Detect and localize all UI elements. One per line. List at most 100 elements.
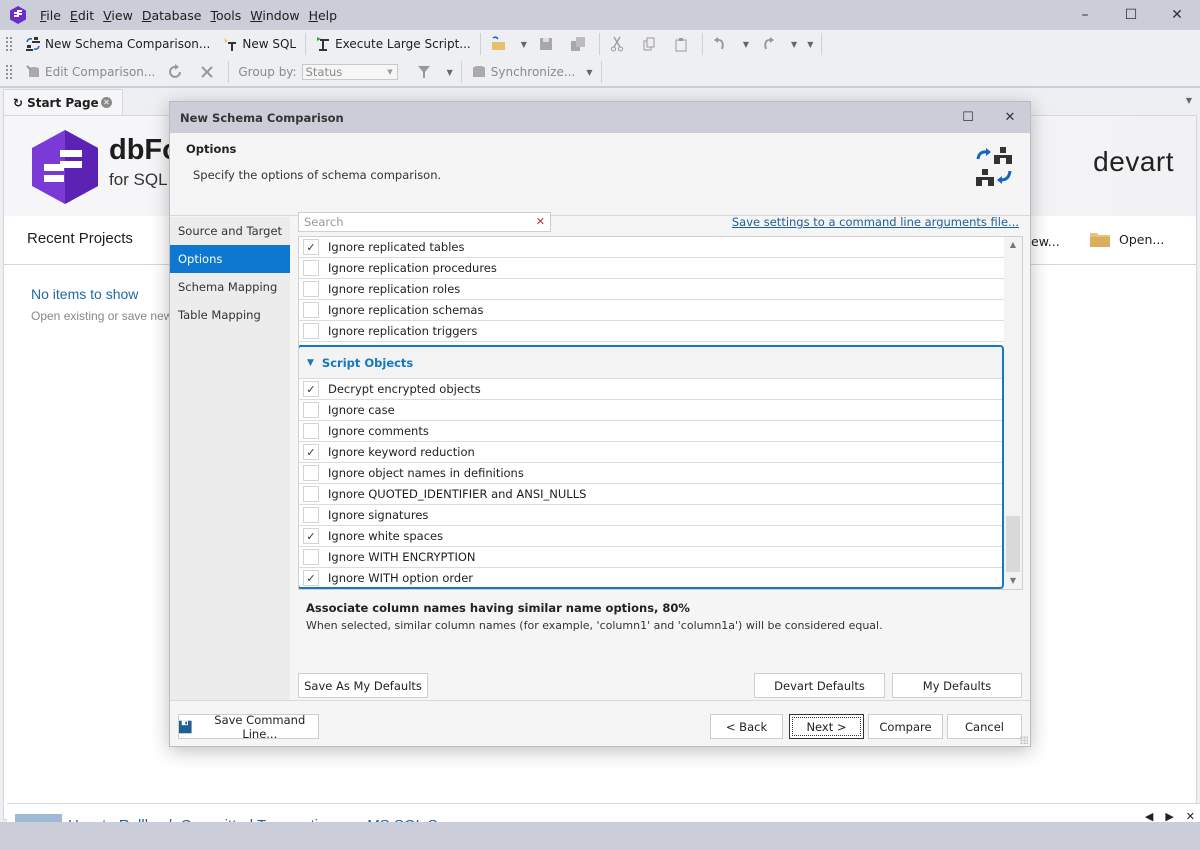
- execute-large-script-button[interactable]: Execute Large Script...: [309, 32, 477, 56]
- option-row[interactable]: Ignore signatures: [299, 505, 1004, 526]
- option-row[interactable]: Ignore object names in definitions: [299, 463, 1004, 484]
- option-row[interactable]: Ignore replication roles: [299, 279, 1004, 300]
- synchronize-dropdown-caret[interactable]: ▼: [581, 68, 597, 77]
- synchronize-button[interactable]: Synchronize...: [465, 60, 582, 84]
- search-placeholder: Search: [304, 215, 344, 229]
- option-label: Ignore replication procedures: [328, 261, 497, 275]
- option-row[interactable]: Ignore comments: [299, 421, 1004, 442]
- scroll-thumb[interactable]: [1006, 516, 1020, 572]
- cut-button[interactable]: [603, 32, 635, 56]
- close-tab-icon[interactable]: ✕: [101, 97, 112, 108]
- tab-start-page[interactable]: ↻ Start Page ✕: [3, 89, 123, 115]
- menu-help[interactable]: Help: [309, 8, 338, 23]
- new-project-link[interactable]: ew...: [1031, 234, 1060, 249]
- menu-window[interactable]: Window: [250, 8, 299, 23]
- search-input[interactable]: Search ✕: [298, 212, 551, 232]
- checkbox-checked[interactable]: ✓: [303, 444, 319, 460]
- option-row[interactable]: ✓ Ignore WITH option order: [299, 568, 1004, 589]
- group-by-select[interactable]: Status ▼: [301, 64, 398, 80]
- option-row[interactable]: Ignore QUOTED_IDENTIFIER and ANSI_NULLS: [299, 484, 1004, 505]
- refresh-button[interactable]: [161, 60, 193, 84]
- compare-button[interactable]: Compare: [868, 714, 943, 739]
- scroll-up-icon[interactable]: ▲: [1004, 237, 1022, 253]
- option-row[interactable]: Ignore replication procedures: [299, 258, 1004, 279]
- open-button[interactable]: [484, 32, 516, 56]
- menu-edit[interactable]: Edit: [70, 8, 94, 23]
- checkbox-checked[interactable]: ✓: [303, 239, 319, 255]
- resize-grip[interactable]: [1020, 736, 1028, 744]
- option-row[interactable]: ✓ Ignore white spaces: [299, 526, 1004, 547]
- minimize-button[interactable]: –: [1062, 0, 1108, 30]
- new-schema-comparison-button[interactable]: New Schema Comparison...: [19, 32, 216, 56]
- undo-button[interactable]: [706, 32, 738, 56]
- checkbox-unchecked[interactable]: [303, 465, 319, 481]
- my-defaults-button[interactable]: My Defaults: [892, 673, 1022, 698]
- checkbox-checked[interactable]: ✓: [303, 570, 319, 586]
- filter-button[interactable]: [410, 60, 442, 84]
- open-dropdown-caret[interactable]: ▼: [516, 40, 532, 49]
- save-settings-link[interactable]: Save settings to a command line argument…: [732, 215, 1019, 229]
- checkbox-unchecked[interactable]: [303, 402, 319, 418]
- filter-dropdown-caret[interactable]: ▼: [442, 68, 458, 77]
- checkbox-unchecked[interactable]: [303, 507, 319, 523]
- options-scrollbar[interactable]: ▲ ▼: [1004, 237, 1022, 589]
- save-all-button[interactable]: [564, 32, 596, 56]
- save-button[interactable]: [532, 32, 564, 56]
- option-row[interactable]: ✓ Decrypt encrypted objects: [299, 379, 1004, 400]
- option-row[interactable]: ✓ Ignore replicated tables: [299, 237, 1004, 258]
- checkbox-unchecked[interactable]: [303, 281, 319, 297]
- menu-file[interactable]: File: [40, 8, 61, 23]
- tab-list-dropdown[interactable]: ▼: [1186, 96, 1192, 105]
- option-row[interactable]: Ignore WITH ENCRYPTION: [299, 547, 1004, 568]
- menu-database[interactable]: Database: [142, 8, 202, 23]
- nav-item-options[interactable]: Options: [170, 245, 290, 273]
- stop-button[interactable]: [193, 60, 225, 84]
- scroll-down-icon[interactable]: ▼: [1004, 573, 1022, 589]
- nav-item-source-and-target[interactable]: Source and Target: [170, 217, 290, 245]
- clear-search-icon[interactable]: ✕: [536, 213, 545, 231]
- checkbox-unchecked[interactable]: [303, 323, 319, 339]
- schema-compare-icon: [26, 37, 40, 51]
- copy-button[interactable]: [635, 32, 667, 56]
- option-row[interactable]: ✓ Ignore keyword reduction: [299, 442, 1004, 463]
- checkbox-unchecked[interactable]: [303, 549, 319, 565]
- save-command-line-button[interactable]: Save Command Line...: [178, 713, 319, 741]
- option-label: Decrypt encrypted objects: [328, 382, 481, 396]
- group-header-script-objects[interactable]: ▼ Script Objects: [299, 347, 1002, 379]
- new-sql-button[interactable]: New SQL: [216, 32, 302, 56]
- option-row[interactable]: Ignore replication schemas: [299, 300, 1004, 321]
- toolbar-grip[interactable]: [5, 64, 13, 80]
- maximize-button[interactable]: ☐: [1108, 0, 1154, 30]
- checkbox-unchecked[interactable]: [303, 486, 319, 502]
- nav-item-table-mapping[interactable]: Table Mapping: [170, 301, 290, 329]
- toolbar-grip[interactable]: [5, 36, 13, 52]
- checkbox-unchecked[interactable]: [303, 302, 319, 318]
- option-row[interactable]: Ignore case: [299, 400, 1004, 421]
- save-as-my-defaults-button[interactable]: Save As My Defaults: [298, 673, 428, 698]
- dialog-title-bar: New Schema Comparison ☐ ✕: [170, 102, 1030, 133]
- checkbox-unchecked[interactable]: [303, 423, 319, 439]
- checkbox-checked[interactable]: ✓: [303, 528, 319, 544]
- redo-button[interactable]: [754, 32, 786, 56]
- back-button[interactable]: < Back: [710, 714, 783, 739]
- checkbox-unchecked[interactable]: [303, 260, 319, 276]
- close-button[interactable]: ✕: [1154, 0, 1200, 30]
- page-subtitle: Specify the options of schema comparison…: [193, 168, 442, 182]
- dialog-close-button[interactable]: ✕: [990, 102, 1030, 133]
- checkbox-checked[interactable]: ✓: [303, 381, 319, 397]
- edit-comparison-button[interactable]: Edit Comparison...: [19, 60, 161, 84]
- option-row[interactable]: Ignore replication triggers: [299, 321, 1004, 342]
- cancel-button[interactable]: Cancel: [947, 714, 1022, 739]
- redo-dropdown-caret[interactable]: ▼: [786, 40, 802, 49]
- devart-defaults-button[interactable]: Devart Defaults: [754, 673, 885, 698]
- undo-dropdown-caret[interactable]: ▼: [738, 40, 754, 49]
- paste-button[interactable]: [667, 32, 699, 56]
- nav-item-schema-mapping[interactable]: Schema Mapping: [170, 273, 290, 301]
- next-button[interactable]: Next >: [789, 714, 864, 739]
- open-project-button[interactable]: Open...: [1089, 230, 1164, 248]
- menu-tools[interactable]: Tools: [210, 8, 241, 23]
- toolbar-overflow-caret[interactable]: ▼: [802, 40, 818, 49]
- menu-view[interactable]: View: [103, 8, 133, 23]
- dialog-maximize-button[interactable]: ☐: [948, 102, 988, 133]
- devart-logo: devart: [1093, 146, 1174, 177]
